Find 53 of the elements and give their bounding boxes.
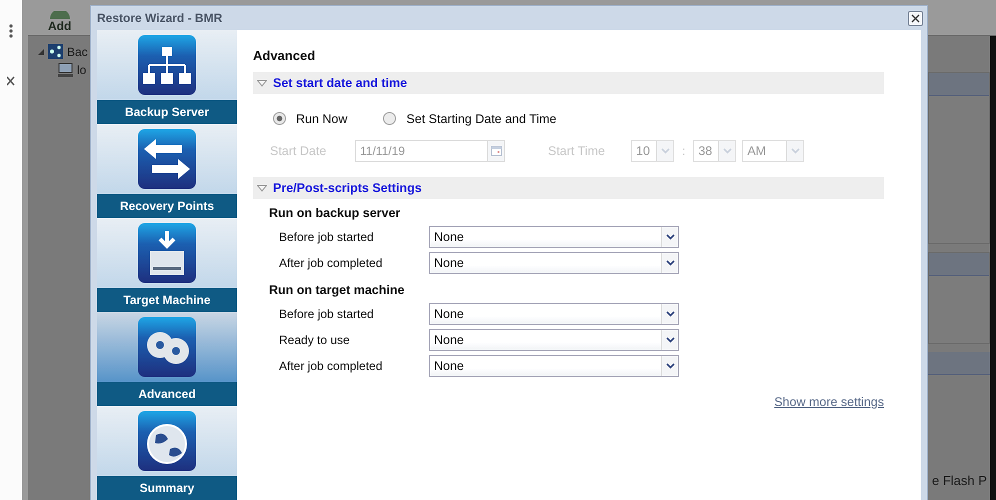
script-dropdown[interactable]: None [429,329,679,351]
wizard-step[interactable]: Advanced [97,312,237,406]
caret-icon [666,311,674,317]
script-dropdown[interactable]: None [429,226,679,248]
field-label: Ready to use [279,333,351,347]
caret-icon [790,148,800,154]
wizard-step[interactable]: Backup Server [97,30,237,124]
panel-header [928,352,990,375]
caret-icon [660,148,670,154]
field-label: After job completed [279,359,384,373]
wizard-step[interactable]: Recovery Points [97,124,237,218]
caret-icon [666,337,674,343]
group-title: Run on target machine [268,282,406,299]
caret-icon [666,234,674,240]
field-label: Before job started [279,230,375,244]
expand-icon[interactable] [38,48,44,54]
network-icon [138,35,196,95]
status-text: e Flash P [932,473,988,488]
section-header[interactable]: Set start date and time [253,72,884,94]
tree-item[interactable]: lo [77,63,86,77]
tree-item[interactable]: Bac [67,44,88,58]
triangle-icon [257,80,267,86]
globe-icon [138,411,196,471]
caret-icon [666,363,674,369]
script-dropdown[interactable]: None [429,252,679,274]
group-title: Run on backup server [268,205,402,222]
close-icon[interactable] [7,76,15,86]
wizard-step[interactable]: Target Machine [97,218,237,312]
add-icon [50,11,70,19]
wizard-step[interactable]: Summary [97,406,237,500]
caret-icon [722,148,732,154]
drive-icon [138,223,196,283]
field-label: Before job started [279,307,375,321]
radio-option[interactable]: Set Starting Date and Time [383,105,557,132]
field-label: After job completed [279,256,384,270]
gears-icon [138,317,196,377]
arrows-icon [138,129,196,189]
add-button[interactable]: Add [48,11,72,33]
computer-icon [58,63,73,77]
close-icon [911,14,920,22]
more-icon[interactable] [9,24,13,38]
section-header[interactable]: Pre/Post-scripts Settings [253,177,884,199]
close-button[interactable] [908,10,923,26]
radio-option[interactable]: Run Now [273,105,348,132]
script-dropdown[interactable]: None [429,355,679,377]
page-title: Advanced [253,46,316,64]
time-separator: : [682,144,686,158]
triangle-icon [257,184,267,192]
caret-icon [666,260,674,266]
show-more-link[interactable]: Show more settings [774,395,884,409]
script-dropdown[interactable]: None [429,303,679,325]
window-title: Restore Wizard - BMR [97,11,222,25]
network-icon [48,44,63,59]
